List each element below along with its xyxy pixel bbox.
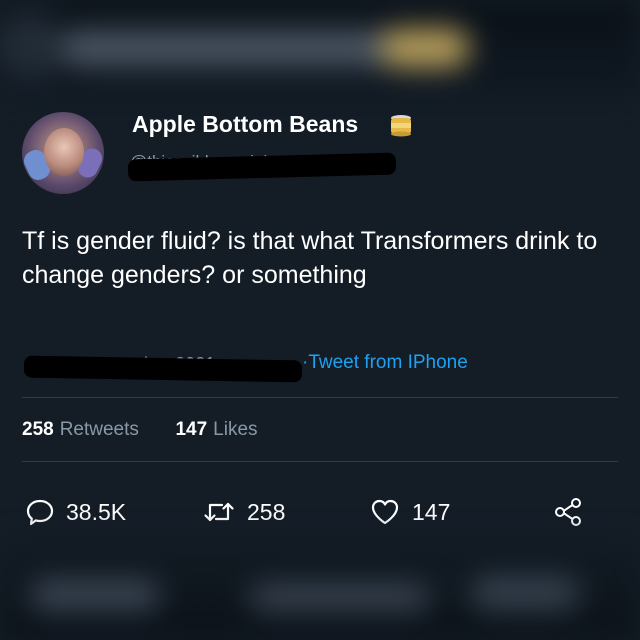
share-button[interactable] (553, 497, 583, 527)
retweet-button[interactable]: 258 (203, 497, 285, 527)
blurred-top-content (0, 0, 640, 95)
share-icon (555, 498, 581, 526)
honey-pot-icon (391, 115, 411, 137)
retweet-count: 258 (247, 498, 286, 525)
blurred-bottom-content (0, 540, 640, 640)
likes-label: Likes (213, 419, 258, 440)
engagement-stats: 258 Retweets 147 Likes (22, 419, 258, 441)
reply-count: 38.5K (66, 498, 127, 525)
retweets-label: Retweets (59, 419, 139, 440)
tweet-text: Tf is gender fluid? is that what Transfo… (22, 227, 598, 289)
reply-icon (26, 499, 54, 526)
divider (22, 397, 618, 398)
tweet-source-link[interactable]: ·Tweet from IPhone (302, 352, 468, 374)
like-button[interactable]: 147 (370, 497, 450, 527)
reply-button[interactable]: 38.5K (26, 497, 126, 527)
avatar-face (44, 128, 84, 176)
divider (22, 461, 618, 462)
redaction-scribble (23, 355, 303, 383)
retweets-stat[interactable]: 258 Retweets (22, 419, 144, 440)
avatar[interactable] (22, 112, 104, 194)
display-name[interactable]: Apple Bottom Beans (132, 111, 358, 138)
likes-count: 147 (175, 419, 208, 440)
like-count: 147 (412, 498, 451, 525)
retweet-icon (204, 502, 234, 522)
retweets-count: 258 (22, 419, 54, 440)
heart-icon (371, 499, 399, 525)
likes-stat[interactable]: 147 Likes (170, 419, 257, 440)
